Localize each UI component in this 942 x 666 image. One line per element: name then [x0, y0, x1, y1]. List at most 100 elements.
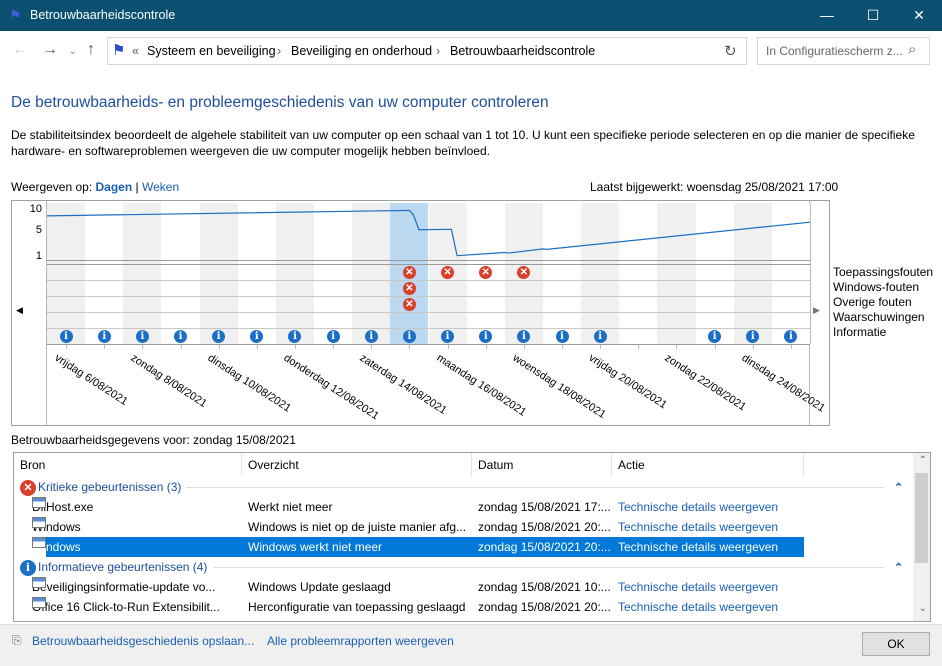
breadcrumb-systeem[interactable]: Systeem en beveiliging — [147, 44, 276, 58]
event-icon — [32, 517, 46, 528]
flag-icon: ⚑ — [9, 7, 22, 23]
maximize-button[interactable]: ☐ — [850, 0, 896, 31]
info-icon[interactable]: i — [59, 329, 73, 343]
info-icon[interactable]: i — [326, 329, 340, 343]
source-text: Office 16 Click-to-Run Extensibilit... — [32, 600, 220, 614]
table-row[interactable]: Beveiligingsinformatie-update vo... Windo… — [14, 577, 804, 597]
scroll-up-icon[interactable]: ⌃ — [919, 455, 927, 466]
info-icon[interactable]: i — [364, 329, 378, 343]
actie-cell[interactable]: Technische details weergeven — [618, 537, 798, 557]
all-reports-link[interactable]: Alle probleemrapporten weergeven — [267, 634, 454, 648]
info-icon[interactable]: i — [250, 329, 264, 343]
info-icon[interactable]: i — [288, 329, 302, 343]
group-divider — [186, 487, 884, 488]
chevron-right-icon: › — [436, 44, 441, 58]
overzicht-cell: Werkt niet meer — [248, 500, 333, 514]
info-icon[interactable]: i — [402, 329, 416, 343]
windows-error-icon[interactable]: ✕ — [402, 281, 416, 295]
event-icon — [32, 577, 46, 588]
info-icon[interactable]: i — [97, 329, 111, 343]
info-icon[interactable]: i — [708, 329, 722, 343]
info-icon[interactable]: i — [135, 329, 149, 343]
chevron-right-icon: › — [277, 44, 282, 58]
info-icon[interactable]: i — [441, 329, 455, 343]
flag-icon: ⚑ — [112, 42, 126, 59]
info-icon[interactable]: i — [479, 329, 493, 343]
view-selector: Weergeven op: Dagen | Weken — [11, 180, 179, 194]
up-button[interactable]: ↑ — [87, 41, 95, 59]
group-label: Kritieke gebeurtenissen (3) — [38, 480, 182, 494]
overflow-icon[interactable]: « — [132, 44, 139, 58]
table-row[interactable]: DllHost.exe Werkt niet meer zondag 15/08/2… — [14, 497, 804, 517]
stability-line-chart — [46, 209, 811, 257]
date-label: zondag 22/08/2021 — [662, 352, 749, 414]
forward-button[interactable]: → — [42, 41, 58, 59]
actie-cell[interactable]: Technische details weergeven — [618, 517, 798, 537]
row-gridline — [47, 280, 810, 281]
footer: ⎘ Betrouwbaarheidsgeschiedenis opslaan..… — [0, 624, 942, 666]
column-header-actie[interactable]: Actie — [612, 453, 804, 477]
datum-cell: zondag 15/08/2021 17:... — [478, 500, 611, 514]
overzicht-cell: Windows is niet op de juiste manier afg.… — [248, 520, 467, 534]
actie-cell[interactable]: Technische details weergeven — [618, 597, 798, 617]
column-header-overzicht[interactable]: Overzicht — [242, 453, 472, 477]
view-days-link[interactable]: Dagen — [96, 180, 133, 194]
source-cell: Office 16 Click-to-Run Extensibilit... — [32, 597, 240, 617]
table-row[interactable]: Windows Windows is niet op de juiste mani… — [14, 517, 804, 537]
info-icon[interactable]: i — [746, 329, 760, 343]
app-error-icon[interactable]: ✕ — [402, 265, 416, 279]
table-row[interactable]: Windows Windows werkt niet meer zondag 15/… — [32, 537, 804, 557]
view-label: Weergeven op: — [11, 180, 93, 194]
collapse-icon[interactable]: ⌃ — [894, 561, 903, 574]
source-cell: Windows — [32, 537, 240, 557]
scrollbar-thumb[interactable] — [915, 473, 928, 563]
datum-cell: zondag 15/08/2021 20:... — [478, 520, 611, 534]
stability-index-line — [46, 209, 811, 257]
page-title: De betrouwbaarheids- en probleemgeschied… — [11, 94, 549, 111]
reliability-chart[interactable]: ◀ ▶ 10 5 1 ✕ ✕ ✕ ✕ ✕ ✕ i i i i i i i i i i i i i i i i i i vrijdag 6/… — [11, 200, 830, 426]
refresh-button[interactable]: ↻ — [724, 42, 737, 60]
legend-0: Toepassingsfouten — [833, 265, 934, 279]
save-history-link[interactable]: Betrouwbaarheidsgeschiedenis opslaan... — [32, 634, 254, 648]
date-label: dinsdag 24/08/2021 — [739, 352, 827, 415]
column-header-bron[interactable]: Bron — [14, 453, 242, 477]
search-input[interactable]: In Configuratiescherm z... — [766, 44, 903, 58]
search-box[interactable]: In Configuratiescherm z... ⌕ — [757, 37, 930, 65]
minimize-button[interactable]: — — [804, 0, 850, 31]
scroll-left-icon[interactable]: ◀ — [16, 305, 23, 316]
info-icon[interactable]: i — [212, 329, 226, 343]
scroll-right-icon[interactable]: ▶ — [813, 305, 820, 316]
info-icon: i — [20, 559, 36, 576]
info-icon[interactable]: i — [593, 329, 607, 343]
recent-locations-button[interactable]: ⌄ — [68, 44, 77, 57]
datum-cell: zondag 15/08/2021 20:... — [478, 600, 611, 614]
date-label: zondag 8/08/2021 — [128, 352, 210, 411]
search-icon: ⌕ — [908, 41, 917, 58]
breadcrumb-betrouwbaarheid[interactable]: Betrouwbaarheidscontrole — [450, 44, 595, 58]
event-icon — [32, 537, 46, 548]
info-icon[interactable]: i — [784, 329, 798, 343]
address-bar[interactable]: ⚑ « Systeem en beveiliging › Beveiliging… — [107, 37, 747, 65]
app-error-icon[interactable]: ✕ — [517, 265, 531, 279]
events-list: Bron Overzicht Datum Actie ⌃ ⌃ ⌄ ✕ Kritieke gebe… — [13, 452, 931, 622]
actie-cell[interactable]: Technische details weergeven — [618, 577, 798, 597]
datum-cell: zondag 15/08/2021 20:... — [478, 540, 611, 554]
row-gridline — [47, 344, 810, 345]
actie-cell[interactable]: Technische details weergeven — [618, 497, 798, 517]
scroll-down-icon[interactable]: ⌄ — [919, 603, 927, 614]
breadcrumb-beveiliging[interactable]: Beveiliging en onderhoud — [291, 44, 432, 58]
close-button[interactable]: ✕ — [896, 0, 942, 31]
app-error-icon[interactable]: ✕ — [479, 265, 493, 279]
info-icon[interactable]: i — [555, 329, 569, 343]
collapse-icon[interactable]: ⌃ — [894, 481, 903, 494]
table-row[interactable]: Office 16 Click-to-Run Extensibilit... He… — [14, 597, 804, 617]
info-icon[interactable]: i — [174, 329, 188, 343]
back-button[interactable]: ← — [12, 41, 28, 59]
other-error-icon[interactable]: ✕ — [402, 297, 416, 311]
details-title: Betrouwbaarheidsgegevens voor: zondag 15… — [11, 433, 296, 447]
legend-3: Waarschuwingen — [833, 310, 925, 324]
info-icon[interactable]: i — [517, 329, 531, 343]
app-error-icon[interactable]: ✕ — [441, 265, 455, 279]
view-weeks-link[interactable]: Weken — [142, 180, 179, 194]
ok-button[interactable]: OK — [862, 632, 930, 656]
